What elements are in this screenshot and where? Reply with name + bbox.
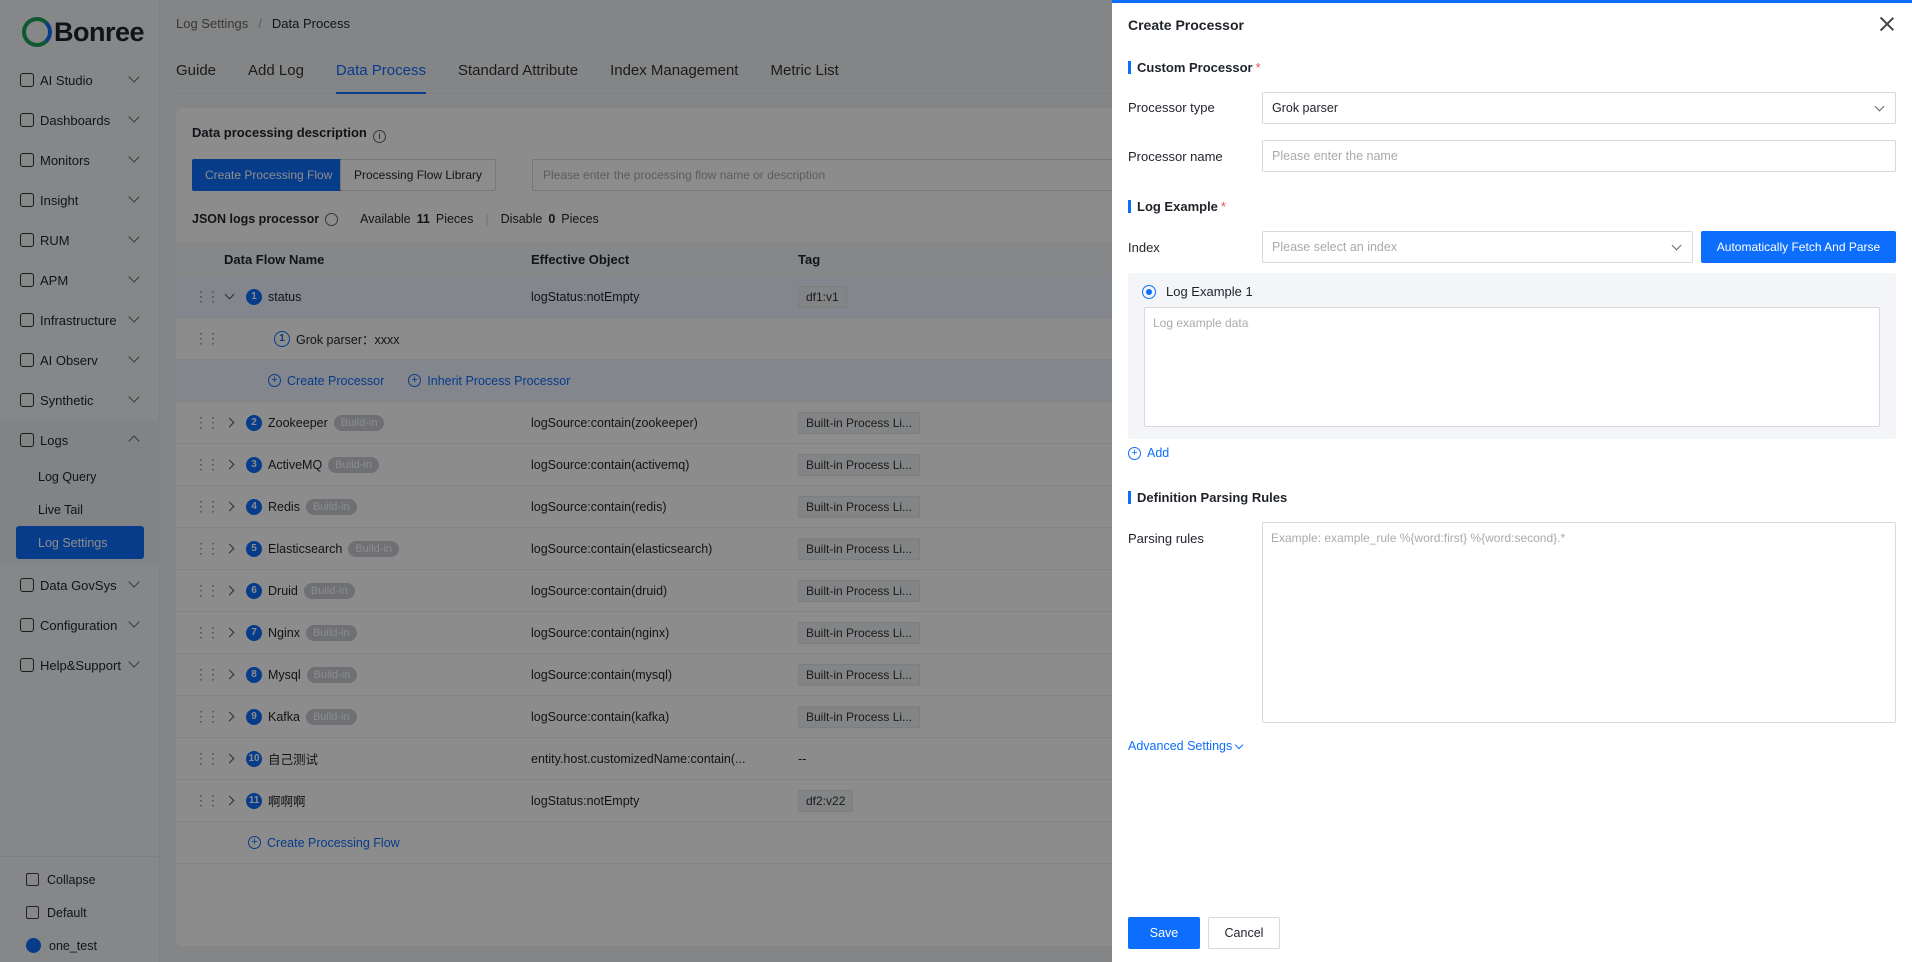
section-title: Log Example <box>1137 199 1218 214</box>
add-label: Add <box>1147 446 1170 460</box>
parsing-rules-label: Parsing rules <box>1128 531 1204 546</box>
plus-circle-icon: + <box>1128 446 1141 460</box>
fetch-and-parse-button[interactable]: Automatically Fetch And Parse <box>1701 231 1896 263</box>
log-example-radio-label[interactable]: Log Example 1 <box>1166 284 1253 299</box>
advanced-settings-toggle[interactable]: Advanced Settings <box>1128 739 1244 753</box>
custom-processor-section: Custom Processor * <box>1128 61 1261 74</box>
index-select[interactable]: Please select an index <box>1262 231 1693 263</box>
section-title: Custom Processor <box>1137 60 1253 75</box>
processor-type-label: Processor type <box>1128 100 1215 115</box>
chevron-down-icon <box>1874 101 1885 112</box>
processor-type-value: Grok parser <box>1272 101 1338 115</box>
required-mark: * <box>1220 199 1226 214</box>
chevron-down-icon <box>1235 740 1244 749</box>
log-example-box: Log Example 1 Log example data <box>1128 273 1896 439</box>
add-example-link[interactable]: + Add <box>1128 446 1169 460</box>
parsing-rules-textarea[interactable]: Example: example_rule %{word:first} %{wo… <box>1262 522 1896 723</box>
required-mark: * <box>1255 60 1261 75</box>
chevron-down-icon <box>1671 240 1682 251</box>
cancel-button[interactable]: Cancel <box>1208 917 1280 949</box>
processor-name-label: Processor name <box>1128 149 1223 164</box>
log-example-textarea[interactable]: Log example data <box>1144 307 1880 427</box>
log-example-radio[interactable] <box>1142 285 1156 299</box>
parsing-rules-section: Definition Parsing Rules <box>1128 491 1287 504</box>
processor-name-input[interactable]: Please enter the name <box>1262 140 1896 172</box>
processor-type-select[interactable]: Grok parser <box>1262 92 1896 124</box>
advanced-label: Advanced Settings <box>1128 739 1233 753</box>
log-example-section: Log Example * <box>1128 200 1226 213</box>
section-title: Definition Parsing Rules <box>1137 490 1288 505</box>
save-button[interactable]: Save <box>1128 917 1200 949</box>
close-icon[interactable] <box>1880 17 1894 31</box>
drawer-title: Create Processor <box>1128 17 1244 33</box>
index-label: Index <box>1128 240 1160 255</box>
index-placeholder: Please select an index <box>1272 240 1398 254</box>
create-processor-drawer: Create Processor Custom Processor * Proce… <box>1112 0 1912 962</box>
